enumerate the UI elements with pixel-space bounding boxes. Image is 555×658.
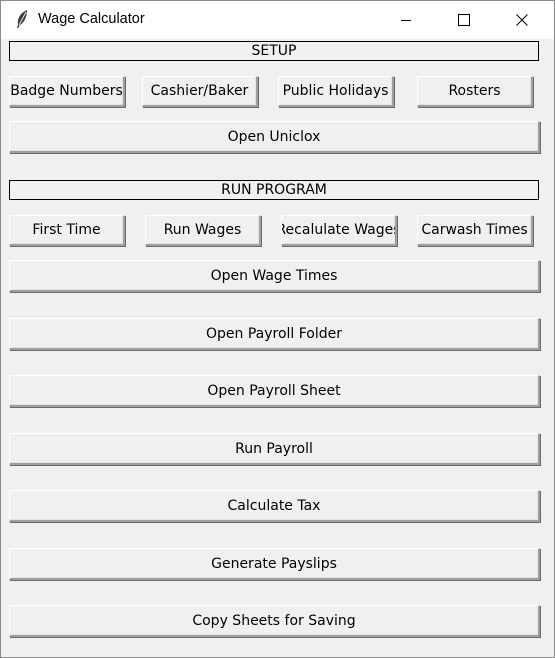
app-window: Wage Calculator SETUP Badge Numbers Cash…	[0, 0, 555, 658]
setup-header: SETUP	[9, 41, 539, 61]
minimize-icon	[401, 20, 411, 21]
carwash-times-button[interactable]: Carwash Times	[417, 215, 533, 246]
maximize-button[interactable]	[435, 1, 493, 39]
close-icon	[516, 14, 528, 26]
copy-sheets-for-saving-button[interactable]: Copy Sheets for Saving	[9, 605, 540, 637]
run-payroll-button[interactable]: Run Payroll	[9, 433, 540, 465]
open-wage-times-button[interactable]: Open Wage Times	[9, 260, 540, 292]
feather-icon	[17, 10, 27, 28]
badge-numbers-button[interactable]: Badge Numbers	[9, 76, 125, 107]
first-time-button[interactable]: First Time	[9, 215, 125, 246]
minimize-button[interactable]	[377, 1, 435, 39]
run-program-header: RUN PROGRAM	[9, 180, 539, 200]
recalculate-wages-button[interactable]: Recalulate Wages	[281, 215, 397, 246]
open-payroll-folder-button[interactable]: Open Payroll Folder	[9, 318, 540, 350]
open-payroll-sheet-button[interactable]: Open Payroll Sheet	[9, 375, 540, 407]
cashier-baker-button[interactable]: Cashier/Baker	[142, 76, 258, 107]
rosters-button[interactable]: Rosters	[417, 76, 533, 107]
calculate-tax-button[interactable]: Calculate Tax	[9, 490, 540, 522]
maximize-icon	[458, 14, 470, 26]
window-title: Wage Calculator	[38, 11, 145, 27]
run-wages-button[interactable]: Run Wages	[145, 215, 261, 246]
title-bar[interactable]: Wage Calculator	[1, 1, 554, 39]
open-uniclox-button[interactable]: Open Uniclox	[9, 121, 540, 153]
close-button[interactable]	[493, 1, 551, 39]
generate-payslips-button[interactable]: Generate Payslips	[9, 548, 540, 580]
public-holidays-button[interactable]: Public Holidays	[278, 76, 394, 107]
